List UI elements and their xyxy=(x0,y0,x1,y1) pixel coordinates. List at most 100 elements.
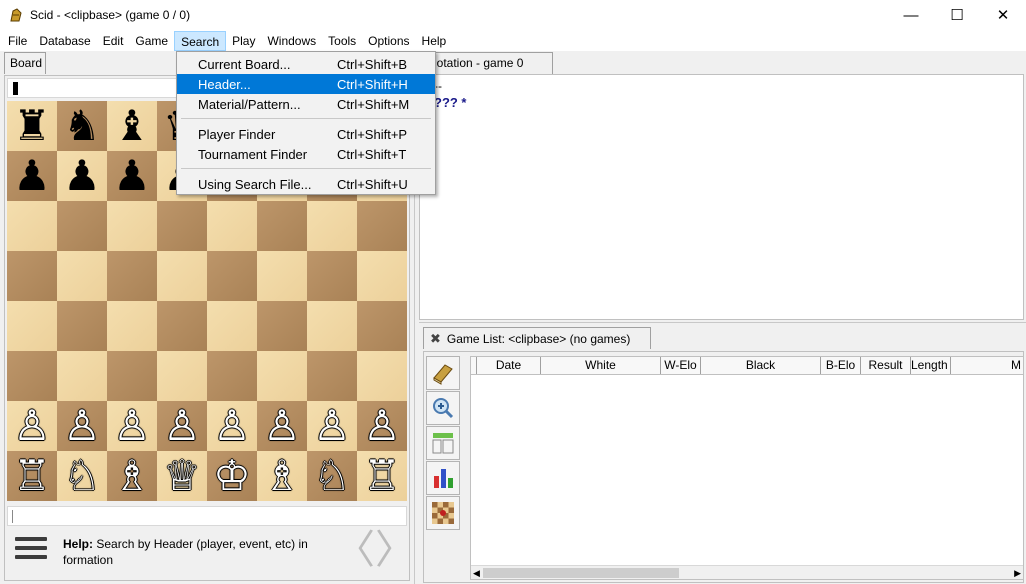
bar-chart-icon[interactable] xyxy=(426,461,460,495)
menu-windows[interactable]: Windows xyxy=(261,31,322,51)
square-a6[interactable] xyxy=(7,201,57,251)
square-h2[interactable]: ♙ xyxy=(357,401,407,451)
square-d5[interactable] xyxy=(157,251,207,301)
square-c7[interactable]: ♟ xyxy=(107,151,157,201)
square-d6[interactable] xyxy=(157,201,207,251)
square-g6[interactable] xyxy=(307,201,357,251)
white-pawn-piece[interactable]: ♙ xyxy=(263,401,301,451)
column-header-result[interactable]: Result xyxy=(861,357,911,374)
square-h6[interactable] xyxy=(357,201,407,251)
square-g1[interactable]: ♘ xyxy=(307,451,357,501)
tab-game-list[interactable]: ✖ Game List: <clipbase> (no games) xyxy=(423,327,651,349)
column-header-length[interactable]: Length xyxy=(911,357,951,374)
square-e5[interactable] xyxy=(207,251,257,301)
menu-item-player-finder[interactable]: Player Finder Ctrl+Shift+P xyxy=(177,124,435,144)
menu-file[interactable]: File xyxy=(2,31,33,51)
square-c8[interactable]: ♝ xyxy=(107,101,157,151)
square-f2[interactable]: ♙ xyxy=(257,401,307,451)
square-a8[interactable]: ♜ xyxy=(7,101,57,151)
hamburger-menu-icon[interactable] xyxy=(15,533,51,563)
tab-notation[interactable]: Notation - game 0 xyxy=(419,52,553,74)
square-a2[interactable]: ♙ xyxy=(7,401,57,451)
square-a1[interactable]: ♖ xyxy=(7,451,57,501)
next-move-icon[interactable]: 〉 xyxy=(375,530,415,572)
square-c3[interactable] xyxy=(107,351,157,401)
close-window-button[interactable]: ✕ xyxy=(980,0,1026,30)
square-c2[interactable]: ♙ xyxy=(107,401,157,451)
square-h3[interactable] xyxy=(357,351,407,401)
book-icon[interactable] xyxy=(426,356,460,390)
menu-options[interactable]: Options xyxy=(362,31,415,51)
column-header-w-elo[interactable]: W-Elo xyxy=(661,357,701,374)
square-b7[interactable]: ♟ xyxy=(57,151,107,201)
status-field[interactable] xyxy=(7,506,407,526)
square-d4[interactable] xyxy=(157,301,207,351)
column-header-b-elo[interactable]: B-Elo xyxy=(821,357,861,374)
square-e1[interactable]: ♔ xyxy=(207,451,257,501)
square-e2[interactable]: ♙ xyxy=(207,401,257,451)
minimize-button[interactable]: — xyxy=(888,0,934,30)
tab-board[interactable]: Board xyxy=(4,52,46,74)
black-knight-piece[interactable]: ♞ xyxy=(63,101,101,151)
white-pawn-piece[interactable]: ♙ xyxy=(13,401,51,451)
square-c4[interactable] xyxy=(107,301,157,351)
white-pawn-piece[interactable]: ♙ xyxy=(163,401,201,451)
square-h5[interactable] xyxy=(357,251,407,301)
white-pawn-piece[interactable]: ♙ xyxy=(63,401,101,451)
square-a5[interactable] xyxy=(7,251,57,301)
scrollbar-thumb[interactable] xyxy=(483,568,679,578)
black-pawn-piece[interactable]: ♟ xyxy=(13,151,51,201)
square-c6[interactable] xyxy=(107,201,157,251)
menu-item-current-board[interactable]: Current Board... Ctrl+Shift+B xyxy=(177,54,435,74)
square-e6[interactable] xyxy=(207,201,257,251)
square-b2[interactable]: ♙ xyxy=(57,401,107,451)
menu-item-tournament-finder[interactable]: Tournament Finder Ctrl+Shift+T xyxy=(177,144,435,164)
square-d3[interactable] xyxy=(157,351,207,401)
white-rook-piece[interactable]: ♖ xyxy=(13,451,51,501)
square-b6[interactable] xyxy=(57,201,107,251)
black-pawn-piece[interactable]: ♟ xyxy=(63,151,101,201)
column-header-m[interactable]: M xyxy=(951,357,1021,374)
square-f6[interactable] xyxy=(257,201,307,251)
scroll-left-icon[interactable]: ◀ xyxy=(473,566,480,579)
white-knight-piece[interactable]: ♘ xyxy=(313,451,351,501)
square-f1[interactable]: ♗ xyxy=(257,451,307,501)
board-icon[interactable] xyxy=(426,496,460,530)
square-e4[interactable] xyxy=(207,301,257,351)
square-g2[interactable]: ♙ xyxy=(307,401,357,451)
zoom-in-icon[interactable] xyxy=(426,391,460,425)
scroll-right-icon[interactable]: ▶ xyxy=(1014,566,1021,579)
close-tab-icon[interactable]: ✖ xyxy=(430,331,441,347)
menu-item-material-pattern[interactable]: Material/Pattern... Ctrl+Shift+M xyxy=(177,94,435,114)
menu-help[interactable]: Help xyxy=(416,31,453,51)
notation-text-area[interactable]: -- ??? * xyxy=(419,74,1024,320)
white-rook-piece[interactable]: ♖ xyxy=(363,451,401,501)
square-h1[interactable]: ♖ xyxy=(357,451,407,501)
white-king-piece[interactable]: ♔ xyxy=(213,451,251,501)
square-a4[interactable] xyxy=(7,301,57,351)
square-f5[interactable] xyxy=(257,251,307,301)
maximize-button[interactable]: ☐ xyxy=(934,0,980,30)
square-g3[interactable] xyxy=(307,351,357,401)
square-d1[interactable]: ♕ xyxy=(157,451,207,501)
square-g4[interactable] xyxy=(307,301,357,351)
square-f4[interactable] xyxy=(257,301,307,351)
square-c5[interactable] xyxy=(107,251,157,301)
white-pawn-piece[interactable]: ♙ xyxy=(363,401,401,451)
square-d2[interactable]: ♙ xyxy=(157,401,207,451)
white-pawn-piece[interactable]: ♙ xyxy=(313,401,351,451)
square-a3[interactable] xyxy=(7,351,57,401)
square-g5[interactable] xyxy=(307,251,357,301)
menu-item-using-search-file[interactable]: Using Search File... Ctrl+Shift+U xyxy=(177,174,435,194)
square-h4[interactable] xyxy=(357,301,407,351)
square-b5[interactable] xyxy=(57,251,107,301)
square-e3[interactable] xyxy=(207,351,257,401)
square-a7[interactable]: ♟ xyxy=(7,151,57,201)
menu-edit[interactable]: Edit xyxy=(97,31,130,51)
black-rook-piece[interactable]: ♜ xyxy=(13,101,51,151)
column-header-date[interactable]: Date xyxy=(477,357,541,374)
white-knight-piece[interactable]: ♘ xyxy=(63,451,101,501)
white-queen-piece[interactable]: ♕ xyxy=(163,451,201,501)
column-header-white[interactable]: White xyxy=(541,357,661,374)
menu-play[interactable]: Play xyxy=(226,31,261,51)
